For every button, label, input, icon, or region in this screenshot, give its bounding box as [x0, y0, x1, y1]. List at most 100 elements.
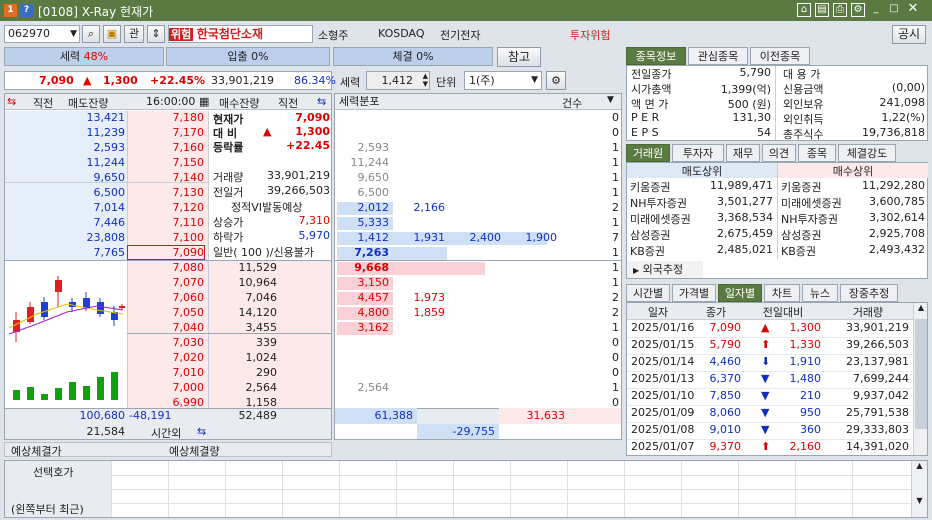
daily-date[interactable]: 2025/01/16 — [631, 321, 694, 334]
tab-daily-3[interactable]: 차트 — [764, 284, 800, 302]
reference-button[interactable]: 참고 — [497, 47, 541, 67]
scroll-up-icon[interactable]: ▲ — [914, 303, 927, 317]
bid-price[interactable]: 7,030 — [128, 336, 205, 349]
tab-stockinfo-0[interactable]: 종목정보 — [626, 47, 686, 65]
buy-broker-name[interactable]: 삼성증권 — [781, 227, 821, 243]
sell-broker-name[interactable]: 키움증권 — [630, 179, 670, 195]
ask-price[interactable]: 7,130 — [128, 186, 205, 199]
ask-price[interactable]: 7,090 — [127, 245, 205, 260]
bid-price[interactable]: 7,080 — [128, 261, 205, 274]
app-badge-icon[interactable]: 1 — [4, 4, 17, 17]
sell-broker-name[interactable]: 삼성증권 — [630, 227, 670, 243]
notice-button[interactable]: 공시 — [892, 25, 926, 44]
minimize-icon[interactable]: _ — [869, 3, 883, 17]
bid-price[interactable]: 7,040 — [128, 321, 205, 334]
ask-qty: 9,650 — [93, 171, 126, 184]
daily-date[interactable]: 2025/01/07 — [631, 440, 694, 453]
daily-date[interactable]: 2025/01/09 — [631, 406, 694, 419]
triangle-right-icon: ▶ — [633, 266, 640, 275]
settings-icon[interactable]: ⚙ — [851, 3, 865, 17]
tab-stockinfo-1[interactable]: 관심종목 — [688, 47, 748, 65]
stepper-arrows-icon[interactable]: ▲ ▼ — [423, 72, 428, 88]
print-icon[interactable]: ⎙ — [833, 3, 847, 17]
scroll-up-icon[interactable]: ▲ — [912, 461, 927, 470]
bid-price[interactable]: 7,060 — [128, 291, 205, 304]
interest-button[interactable]: 관 — [124, 25, 144, 43]
close-icon[interactable]: ✕ — [906, 2, 920, 17]
ask-price[interactable]: 7,110 — [128, 216, 205, 229]
power-value: 2,593 — [357, 141, 390, 154]
ask-qty: 23,808 — [86, 231, 126, 244]
ask-price[interactable]: 7,160 — [128, 141, 205, 154]
chevron-down-icon[interactable]: ▼ — [70, 26, 77, 42]
ask-qty: 11,239 — [86, 126, 126, 139]
grid-icon[interactable]: ▦ — [199, 95, 209, 108]
buy-broker-name[interactable]: NH투자증권 — [781, 211, 838, 227]
swap-right-icon[interactable]: ⇆ — [317, 95, 326, 108]
daily-diff: 1,330 — [789, 338, 822, 351]
bid-price[interactable]: 6,990 — [128, 396, 205, 409]
sell-broker-name[interactable]: KB증권 — [630, 243, 665, 259]
scroll-down-icon[interactable]: ▼ — [912, 496, 927, 505]
tab-brokers-5[interactable]: 체결강도 — [838, 144, 896, 162]
config-icon[interactable]: ⚙ — [546, 71, 566, 90]
link-icon[interactable]: ⌂ — [797, 3, 811, 17]
tab-daily-1[interactable]: 가격별 — [672, 284, 716, 302]
tab-brokers-1[interactable]: 투자자 — [672, 144, 724, 162]
power-buy-total: 61,388 — [374, 409, 414, 422]
buy-broker-name[interactable]: KB증권 — [781, 243, 816, 259]
ask-price[interactable]: 7,120 — [128, 201, 205, 214]
tab-daily-5[interactable]: 장중추정 — [840, 284, 898, 302]
tab-daily-4[interactable]: 뉴스 — [802, 284, 838, 302]
chevron-down-icon[interactable]: ▼ — [531, 72, 538, 89]
swap-icon[interactable]: ⇆ — [197, 425, 206, 438]
tab-brokers-0[interactable]: 거래원 — [626, 144, 670, 162]
ask-price[interactable]: 7,150 — [128, 156, 205, 169]
daily-date[interactable]: 2025/01/15 — [631, 338, 694, 351]
tab-daily-0[interactable]: 시간별 — [626, 284, 670, 302]
daily-arrow-icon: ⬆ — [761, 440, 771, 453]
stock-name-field[interactable]: 위험 한국첨단소재 — [168, 25, 313, 43]
bottom-scrollbar[interactable]: ▲ ▼ — [911, 461, 927, 517]
bid-price[interactable]: 7,010 — [128, 366, 205, 379]
buy-broker-name[interactable]: 미래에셋증권 — [781, 195, 842, 211]
seryeok-stepper[interactable]: 1,412 ▲ ▼ — [366, 71, 430, 90]
candle-body — [55, 280, 62, 292]
tab-stockinfo-2[interactable]: 이전종목 — [750, 47, 810, 65]
ask-price[interactable]: 7,170 — [128, 126, 205, 139]
ask-price[interactable]: 7,140 — [128, 171, 205, 184]
bid-price[interactable]: 7,070 — [128, 276, 205, 289]
sell-broker-name[interactable]: NH투자증권 — [630, 195, 687, 211]
daily-date[interactable]: 2025/01/08 — [631, 423, 694, 436]
bid-price[interactable]: 7,020 — [128, 351, 205, 364]
save-icon[interactable]: ▤ — [815, 3, 829, 17]
ask-price[interactable]: 7,100 — [128, 231, 205, 244]
tab-brokers-2[interactable]: 재무 — [726, 144, 760, 162]
tab-brokers-3[interactable]: 의견 — [762, 144, 796, 162]
daily-date[interactable]: 2025/01/14 — [631, 355, 694, 368]
daily-scrollbar[interactable]: ▲ — [913, 303, 927, 455]
tab-brokers-4[interactable]: 종목 — [798, 144, 836, 162]
chevron-down-icon[interactable]: ▼ — [607, 95, 614, 105]
ask-price[interactable]: 7,180 — [128, 111, 205, 124]
updown-icon[interactable]: ⇕ — [147, 25, 165, 43]
buy-broker-name[interactable]: 키움증권 — [781, 179, 821, 195]
rate-value: +22.45% — [150, 74, 206, 87]
scroll-thumb[interactable] — [915, 319, 927, 429]
daily-close: 7,090 — [709, 321, 742, 334]
stock-code-input[interactable]: 062970 ▼ — [4, 25, 80, 43]
tab-daily-2[interactable]: 일자별 — [718, 284, 762, 302]
fill-value: 0% — [416, 50, 434, 63]
search-icon[interactable]: ⌕ — [82, 25, 100, 43]
folder-icon[interactable]: ▣ — [103, 25, 121, 43]
help-badge-icon[interactable]: ? — [20, 4, 33, 17]
bid-price[interactable]: 7,000 — [128, 381, 205, 394]
sell-broker-name[interactable]: 미래에셋증권 — [630, 211, 691, 227]
unit-select[interactable]: 1(주) ▼ — [464, 71, 542, 90]
daily-date[interactable]: 2025/01/10 — [631, 389, 694, 402]
stockinfo-value-2: 241,098 — [879, 96, 926, 109]
swap-left-icon[interactable]: ⇆ — [7, 95, 16, 108]
bid-price[interactable]: 7,050 — [128, 306, 205, 319]
daily-date[interactable]: 2025/01/13 — [631, 372, 694, 385]
maximize-icon[interactable]: □ — [887, 3, 901, 17]
